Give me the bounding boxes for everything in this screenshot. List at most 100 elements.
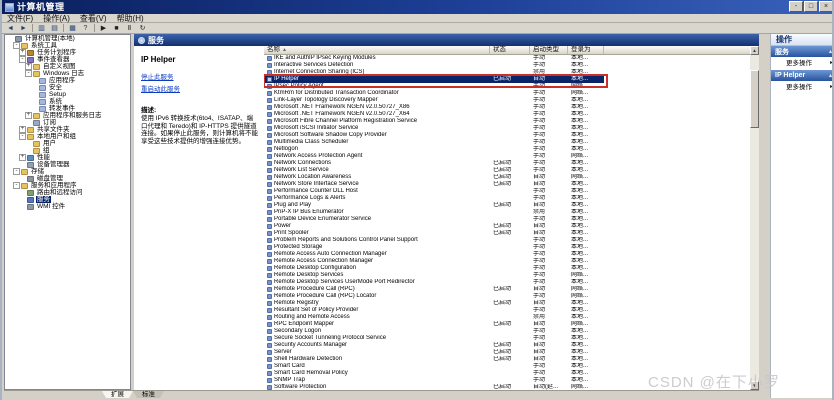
tree-item[interactable]: WMI 控件 bbox=[5, 203, 130, 210]
tree-item[interactable]: 订阅 bbox=[5, 119, 130, 126]
tree-item[interactable]: -Windows 日志 bbox=[5, 70, 130, 77]
service-row[interactable]: Microsoft Fibre Channel Platform Registr… bbox=[264, 118, 750, 125]
column-header-status[interactable]: 状态 bbox=[490, 46, 530, 55]
service-row[interactable]: Multimedia Class Scheduler手动本地... bbox=[264, 139, 750, 146]
minimize-button[interactable]: - bbox=[789, 1, 803, 12]
expand-icon[interactable]: + bbox=[19, 154, 26, 161]
scrollbar-thumb[interactable] bbox=[750, 70, 759, 128]
collapse-icon[interactable]: - bbox=[13, 42, 20, 49]
service-row[interactable]: Secondary Logon手动本地... bbox=[264, 328, 750, 335]
service-row[interactable]: Secure Socket Tunneling Protocol Service… bbox=[264, 335, 750, 342]
titlebar[interactable]: 计算机管理 -□× bbox=[2, 0, 834, 14]
service-row[interactable]: Remote Procedure Call (RPC) Locator手动网络.… bbox=[264, 293, 750, 300]
vertical-scrollbar[interactable]: ▲ ▼ bbox=[750, 46, 759, 390]
expand-icon[interactable]: + bbox=[25, 63, 32, 70]
tree-item[interactable]: 组 bbox=[5, 147, 130, 154]
tree-item[interactable]: 转发事件 bbox=[5, 105, 130, 112]
menu-file[interactable]: 文件(F) bbox=[2, 14, 38, 23]
service-row[interactable]: Microsoft Software Shadow Copy Provider手… bbox=[264, 132, 750, 139]
service-row[interactable]: Microsoft .NET Framework NGEN v2.0.50727… bbox=[264, 111, 750, 118]
service-row[interactable]: KtmRm for Distributed Transaction Coordi… bbox=[264, 90, 750, 97]
service-row[interactable]: Remote Desktop Configuration手动本地... bbox=[264, 265, 750, 272]
column-header-startup-type[interactable]: 启动类型 bbox=[530, 46, 568, 55]
service-row[interactable]: Network List Service已启动手动本地... bbox=[264, 167, 750, 174]
expand-icon[interactable]: + bbox=[25, 112, 32, 119]
service-row[interactable]: Performance Logs & Alerts手动本地... bbox=[264, 195, 750, 202]
menu-view[interactable]: 查看(V) bbox=[75, 14, 112, 23]
menu-action[interactable]: 操作(A) bbox=[38, 14, 75, 23]
service-row[interactable]: Routing and Remote Access禁用本地... bbox=[264, 314, 750, 321]
properties-icon[interactable]: ▦ bbox=[66, 24, 79, 33]
back-icon[interactable]: ◄ bbox=[4, 24, 17, 33]
export-list-icon[interactable]: ▤ bbox=[48, 24, 61, 33]
close-button[interactable]: × bbox=[819, 1, 833, 12]
column-header-logon-as[interactable]: 登录为 bbox=[568, 46, 604, 55]
service-row[interactable]: Problem Reports and Solutions Control Pa… bbox=[264, 237, 750, 244]
service-row[interactable]: Network Access Protection Agent手动网络... bbox=[264, 153, 750, 160]
tree-item[interactable]: +自定义视图 bbox=[5, 63, 130, 70]
tree-item[interactable]: +应用程序和服务日志 bbox=[5, 112, 130, 119]
tree-item[interactable]: +任务计划程序 bbox=[5, 49, 130, 56]
collapse-icon[interactable]: - bbox=[13, 182, 20, 189]
service-row[interactable]: Netlogon手动本地... bbox=[264, 146, 750, 153]
tree-item[interactable]: -本地用户和组 bbox=[5, 133, 130, 140]
tree-item[interactable]: 安全 bbox=[5, 84, 130, 91]
service-row[interactable]: Portable Device Enumerator Service手动本地..… bbox=[264, 216, 750, 223]
service-row[interactable]: Remote Desktop Services UserMode Port Re… bbox=[264, 279, 750, 286]
service-row[interactable]: IP Helper已启动自动本地... bbox=[264, 76, 750, 83]
service-row[interactable]: Shell Hardware Detection已启动自动本地... bbox=[264, 356, 750, 363]
help-icon[interactable]: ? bbox=[79, 24, 92, 33]
service-row[interactable]: Network Store Interface Service已启动自动本地..… bbox=[264, 181, 750, 188]
service-row[interactable]: Microsoft iSCSI Initiator Service手动本地... bbox=[264, 125, 750, 132]
tree-item[interactable]: 系统 bbox=[5, 98, 130, 105]
stop-service-link[interactable]: 停止此服务 bbox=[141, 71, 260, 81]
actions-section-services[interactable]: 服务▴ bbox=[771, 46, 834, 57]
service-row[interactable]: Print Spooler已启动自动本地... bbox=[264, 230, 750, 237]
tree-item[interactable]: -存储 bbox=[5, 168, 130, 175]
service-row[interactable]: Performance Counter DLL Host手动本地... bbox=[264, 188, 750, 195]
actions-section-ip-helper[interactable]: IP Helper▴ bbox=[771, 70, 834, 81]
collapse-icon[interactable]: - bbox=[13, 168, 20, 175]
start-service-icon[interactable]: ▶ bbox=[97, 24, 110, 33]
service-row[interactable]: Microsoft .NET Framework NGEN v2.0.50727… bbox=[264, 104, 750, 111]
column-header-name[interactable]: 名称▲ bbox=[264, 46, 490, 55]
tree-item[interactable]: 服务 bbox=[5, 196, 130, 203]
collapse-section-icon[interactable]: ▴ bbox=[829, 48, 832, 55]
expand-icon[interactable]: + bbox=[19, 49, 26, 56]
tree-item[interactable]: 用户 bbox=[5, 140, 130, 147]
menu-help[interactable]: 帮助(H) bbox=[112, 14, 149, 23]
tree-item[interactable]: 应用程序 bbox=[5, 77, 130, 84]
tab-extended[interactable]: 扩展 bbox=[102, 391, 133, 398]
service-row[interactable]: Smart Card手动本地... bbox=[264, 363, 750, 370]
service-row[interactable]: Interactive Services Detection手动本地... bbox=[264, 62, 750, 69]
more-actions-services[interactable]: 更多操作▸ bbox=[771, 57, 834, 70]
collapse-section-icon[interactable]: ▴ bbox=[829, 72, 832, 79]
collapse-icon[interactable]: - bbox=[19, 56, 26, 63]
service-row[interactable]: IPsec Policy Agent手动网络... bbox=[264, 83, 750, 90]
restart-service-link[interactable]: 重启动此服务 bbox=[141, 83, 260, 93]
service-row[interactable]: Resultant Set of Policy Provider手动本地... bbox=[264, 307, 750, 314]
service-row[interactable]: Power已启动自动本地... bbox=[264, 223, 750, 230]
tree-item[interactable]: +性能 bbox=[5, 154, 130, 161]
service-row[interactable]: Server已启动自动本地... bbox=[264, 349, 750, 356]
service-row[interactable]: Network Connections已启动手动本地... bbox=[264, 160, 750, 167]
service-row[interactable]: Internet Connection Sharing (ICS)禁用本地... bbox=[264, 69, 750, 76]
service-row[interactable]: Remote Access Connection Manager手动本地... bbox=[264, 258, 750, 265]
service-row[interactable]: Plug and Play已启动自动本地... bbox=[264, 202, 750, 209]
service-row[interactable]: Security Accounts Manager已启动自动本地... bbox=[264, 342, 750, 349]
service-row[interactable]: Remote Access Auto Connection Manager手动本… bbox=[264, 251, 750, 258]
service-row[interactable]: Link-Layer Topology Discovery Mapper手动本地… bbox=[264, 97, 750, 104]
service-row[interactable]: Network Location Awareness已启动自动网络... bbox=[264, 174, 750, 181]
tree-item[interactable]: +共享文件夹 bbox=[5, 126, 130, 133]
maximize-button[interactable]: □ bbox=[804, 1, 818, 12]
tree-item[interactable]: 路由和远程访问 bbox=[5, 189, 130, 196]
pause-service-icon[interactable]: Ⅱ bbox=[123, 24, 136, 33]
restart-service-icon[interactable]: ↻ bbox=[136, 24, 149, 33]
tab-standard[interactable]: 标准 bbox=[133, 391, 164, 398]
service-row[interactable]: Remote Desktop Services手动网络... bbox=[264, 272, 750, 279]
service-row[interactable]: Protected Storage手动本地... bbox=[264, 244, 750, 251]
collapse-icon[interactable]: - bbox=[19, 133, 26, 140]
scroll-up-icon[interactable]: ▲ bbox=[750, 46, 759, 55]
stop-service-icon[interactable]: ■ bbox=[110, 24, 123, 33]
show-console-tree-icon[interactable]: ▥ bbox=[35, 24, 48, 33]
